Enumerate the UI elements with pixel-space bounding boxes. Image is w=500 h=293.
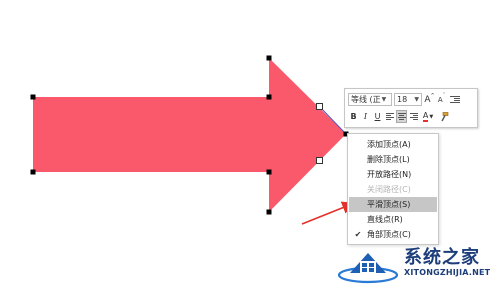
menu-item-straight-point[interactable]: 直线点(R) (349, 212, 437, 227)
italic-icon: I (363, 112, 368, 121)
underline-button[interactable]: U (372, 110, 383, 123)
toolbar-row-format: B I U A ▼ (348, 109, 451, 124)
format-painter-button[interactable] (437, 110, 450, 123)
chevron-down-icon: ▼ (414, 96, 419, 103)
align-center-button[interactable] (396, 110, 407, 123)
align-center-icon (397, 113, 406, 120)
menu-item-delete-vertex[interactable]: 删除顶点(L) (349, 152, 437, 167)
vertex-handle[interactable] (30, 94, 36, 100)
menu-item-close-path: 关闭路径(C) (349, 182, 437, 197)
underline-icon: U (374, 112, 381, 121)
watermark-title: 系统之家 (404, 247, 480, 268)
watermark-logo-icon (338, 253, 399, 284)
menu-item-corner-vertex[interactable]: ✔ 角部顶点(C) (349, 227, 437, 242)
control-handle[interactable] (316, 157, 323, 164)
align-left-button[interactable] (384, 110, 395, 123)
toolbar-row-font: 等线 (正 ▼ 18 ▼ A ^ Aˇ (348, 92, 463, 107)
vertex-handle[interactable] (266, 55, 272, 61)
menu-item-label: 平滑顶点(S) (367, 200, 411, 209)
align-left-icon (385, 113, 394, 120)
mini-toolbar: 等线 (正 ▼ 18 ▼ A ^ Aˇ B I U A ▼ (344, 88, 478, 128)
font-color-button[interactable]: A ▼ (420, 110, 436, 123)
menu-item-label: 添加顶点(A) (367, 140, 411, 149)
decrease-indent-button[interactable] (448, 93, 462, 106)
chevron-down-icon: ▼ (381, 96, 387, 103)
watermark-subtitle: XITONGZHIJIA.NET (404, 268, 491, 277)
align-right-icon (409, 113, 418, 120)
font-name-value: 等线 (正 (351, 95, 381, 104)
decrease-indent-icon (450, 96, 460, 103)
align-right-button[interactable] (408, 110, 419, 123)
italic-button[interactable]: I (360, 110, 371, 123)
vertex-handle[interactable] (30, 169, 36, 175)
vertex-handle[interactable] (266, 94, 272, 100)
menu-item-label: 角部顶点(C) (367, 230, 411, 239)
caret-down-icon: ˇ (442, 93, 446, 99)
chevron-down-icon: ▼ (429, 113, 434, 120)
shrink-font-button[interactable]: Aˇ (436, 93, 447, 106)
menu-item-label: 删除顶点(L) (367, 155, 410, 164)
vertex-handle[interactable] (266, 169, 272, 175)
format-painter-icon (440, 111, 448, 121)
vertex-handle[interactable] (266, 209, 272, 215)
control-handle[interactable] (316, 103, 323, 110)
grow-font-button[interactable]: A ^ (424, 93, 435, 106)
menu-item-label: 关闭路径(C) (367, 185, 411, 194)
menu-item-open-path[interactable]: 开放路径(N) (349, 167, 437, 182)
menu-item-add-vertex[interactable]: 添加顶点(A) (349, 137, 437, 152)
font-color-icon: A (422, 111, 429, 122)
context-menu: 添加顶点(A) 删除顶点(L) 开放路径(N) 关闭路径(C) 平滑顶点(S) … (347, 133, 439, 245)
bold-icon: B (350, 112, 357, 121)
font-name-dropdown[interactable]: 等线 (正 ▼ (348, 93, 392, 106)
check-icon: ✔ (354, 230, 362, 239)
font-size-dropdown[interactable]: 18 ▼ (394, 93, 422, 106)
menu-item-label: 直线点(R) (367, 215, 403, 224)
bold-button[interactable]: B (348, 110, 359, 123)
caret-up-icon: ^ (430, 93, 435, 99)
menu-item-smooth-vertex[interactable]: 平滑顶点(S) (349, 197, 437, 212)
menu-item-label: 开放路径(N) (367, 170, 412, 179)
right-arrow-shape[interactable] (33, 58, 346, 212)
font-size-value: 18 (397, 95, 408, 104)
annotation-pointer-arrow (301, 201, 355, 225)
